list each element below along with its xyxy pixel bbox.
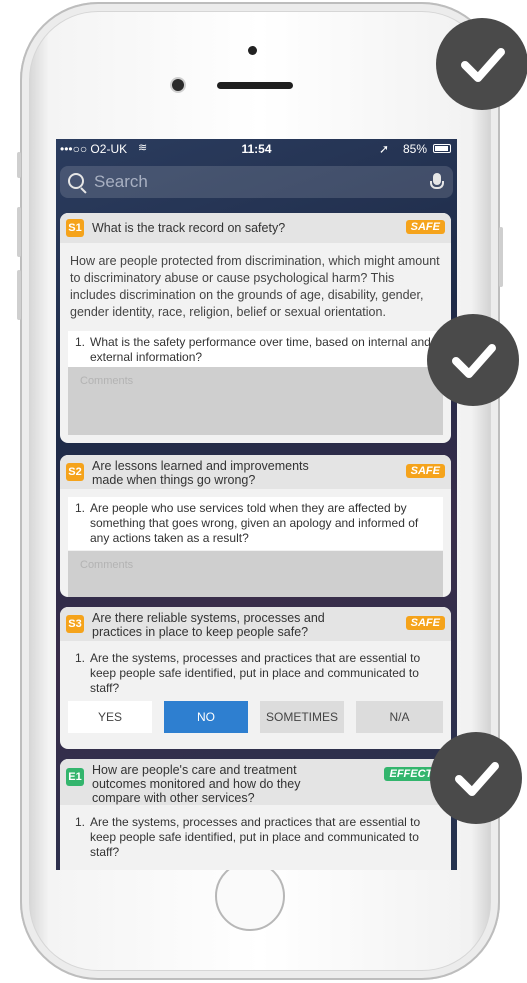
card-header: S1 What is the track record on safety? S… xyxy=(60,213,451,243)
search-icon xyxy=(68,173,84,189)
volume-up-button xyxy=(17,207,21,257)
checkmark-icon xyxy=(461,48,505,82)
card-header: S2 Are lessons learned and improvements … xyxy=(60,455,451,489)
question-title: How are people's care and treatment outc… xyxy=(92,763,301,805)
question-card-e1: E1 How are people's care and treatment o… xyxy=(60,759,451,870)
sub-question-text: What is the safety performance over time… xyxy=(90,335,431,364)
question-title: What is the track record on safety? xyxy=(92,221,286,235)
sub-question-text: Are the systems, processes and practices… xyxy=(90,815,421,859)
sub-question-number: 1. xyxy=(75,501,86,515)
comments-field[interactable]: Comments xyxy=(68,551,443,597)
option-sometimes[interactable]: SOMETIMES xyxy=(260,701,344,733)
proximity-sensor xyxy=(248,46,257,55)
comments-field[interactable]: Comments xyxy=(68,367,443,435)
question-badge: E1 xyxy=(66,768,84,786)
category-tag: SAFE xyxy=(405,464,445,478)
option-no[interactable]: NO xyxy=(164,701,248,733)
question-badge: S2 xyxy=(66,463,84,481)
home-button[interactable] xyxy=(215,861,285,931)
sub-question: 1. Are the systems, processes and practi… xyxy=(68,647,443,700)
checkmark-icon xyxy=(455,762,499,796)
category-tag: SAFE xyxy=(405,616,445,630)
microphone-icon[interactable] xyxy=(430,173,444,189)
question-badge: S1 xyxy=(66,219,84,237)
search-input[interactable]: Search xyxy=(94,172,148,192)
search-bar[interactable]: Search xyxy=(60,166,453,198)
sub-question: 1. What is the safety performance over t… xyxy=(68,331,443,369)
power-button xyxy=(499,227,503,287)
checkmark-icon xyxy=(452,344,496,378)
sub-question-number: 1. xyxy=(75,651,86,665)
location-arrow-icon: ➚ xyxy=(378,142,389,156)
checkmark-badge-3 xyxy=(430,732,522,824)
question-card-s2: S2 Are lessons learned and improvements … xyxy=(60,455,451,597)
sub-question-number: 1. xyxy=(75,815,86,829)
status-bar: •••○○ O2-UK ≋ 11:54 ➚ 85% xyxy=(56,139,457,159)
question-title: Are lessons learned and improvements mad… xyxy=(92,459,309,487)
category-tag: SAFE xyxy=(405,220,445,234)
mute-switch xyxy=(17,152,21,178)
answer-options: YES NO SOMETIMES N/A xyxy=(68,701,443,733)
earpiece-speaker xyxy=(217,82,293,89)
checkmark-badge-2 xyxy=(427,314,519,406)
sub-question-text: Are people who use services told when th… xyxy=(90,501,419,545)
checkmark-badge-1 xyxy=(436,18,527,110)
option-yes[interactable]: YES xyxy=(68,701,152,733)
sub-question-text: Are the systems, processes and practices… xyxy=(90,651,421,695)
phone-screen: •••○○ O2-UK ≋ 11:54 ➚ 85% Search S1 What… xyxy=(56,139,457,870)
question-badge: S3 xyxy=(66,615,84,633)
card-header: E1 How are people's care and treatment o… xyxy=(60,759,451,805)
volume-down-button xyxy=(17,270,21,320)
question-title: Are there reliable systems, processes an… xyxy=(92,611,325,639)
question-body: How are people protected from discrimina… xyxy=(70,254,440,319)
option-na[interactable]: N/A xyxy=(356,701,443,733)
sub-question: 1. Are people who use services told when… xyxy=(68,497,443,550)
front-camera xyxy=(172,79,184,91)
battery-percent: 85% xyxy=(402,142,427,156)
sub-question: 1. Are the systems, processes and practi… xyxy=(68,811,443,864)
card-header: S3 Are there reliable systems, processes… xyxy=(60,607,451,641)
clock: 11:54 xyxy=(241,142,272,156)
sub-question-number: 1. xyxy=(75,335,86,349)
question-card-s1: S1 What is the track record on safety? S… xyxy=(60,213,451,443)
question-card-s3: S3 Are there reliable systems, processes… xyxy=(60,607,451,749)
battery-icon xyxy=(433,144,451,153)
